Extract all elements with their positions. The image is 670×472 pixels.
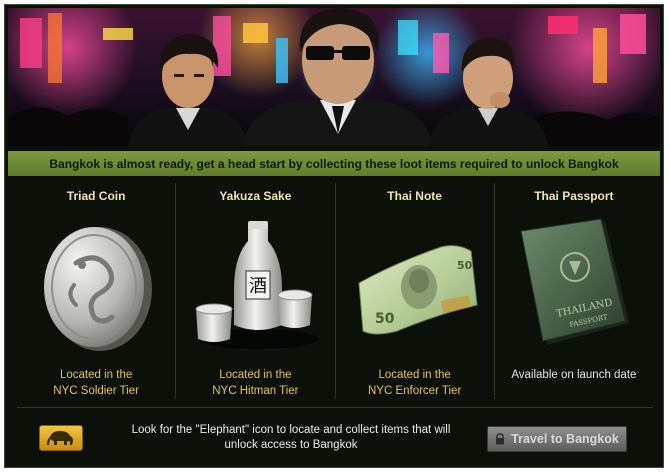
location-line-2: NYC Soldier Tier [53,385,139,397]
loot-item-thai-note: Thai Note 50 50 Located in the NYC Enfor… [336,183,495,399]
location-line-1: Available on launch date [511,369,637,381]
travel-button-label: Travel to Bangkok [511,432,619,446]
item-location: Located in the NYC Hitman Tier [176,367,334,399]
item-title: Triad Coin [66,189,126,203]
location-line-2: NYC Enforcer Tier [367,385,462,397]
dragon-coin-icon [44,227,153,351]
item-location: Located in the NYC Soldier Tier [17,367,175,399]
notice-bar: Bangkok is almost ready, get a head star… [8,151,660,176]
footer-hint-line-1: Look for the "Elephant" icon to locate a… [131,424,451,436]
location-line-1: Located in the [378,369,451,381]
bangkok-banner [8,8,660,146]
sake-label-glyph: 酒 [249,276,267,297]
item-location: Available on launch date [495,367,653,383]
loot-panel: Bangkok is almost ready, get a head star… [4,4,664,468]
banner-art [8,8,660,146]
location-line-1: Located in the [219,369,292,381]
footer-hint: Look for the "Elephant" icon to locate a… [101,423,481,453]
item-title: Yakuza Sake [219,189,292,203]
travel-to-bangkok-button[interactable]: Travel to Bangkok [487,426,627,452]
note-denomination-bottom: 50 [375,311,395,327]
note-denomination-top: 50 [457,259,473,272]
footer-hint-line-2: unlock access to Bangkok [224,439,358,451]
lock-icon [496,433,505,445]
item-title: Thai Passport [534,189,614,203]
item-title: Thai Note [387,189,442,203]
loot-item-thai-passport: Thai Passport THAILAND PASSPORT Availabl… [495,183,653,399]
banknote-icon: 50 50 [358,245,478,335]
loot-item-yakuza-sake: Yakuza Sake 酒 Located in the NYC Hitman … [176,183,336,399]
loot-items: Triad Coin Located in the NYC Soldier Ti… [17,183,653,399]
notice-text: Bangkok is almost ready, get a head star… [49,156,619,171]
elephant-button[interactable] [39,425,83,451]
location-line-1: Located in the [59,369,133,381]
loot-item-triad-coin: Triad Coin Located in the NYC Soldier Ti… [17,183,177,399]
footer-divider [17,407,653,408]
sake-set-icon: 酒 [195,221,319,349]
passport-icon: THAILAND PASSPORT [520,218,629,345]
location-line-2: NYC Hitman Tier [212,385,299,397]
elephant-icon [47,431,73,445]
item-location: Located in the NYC Enforcer Tier [336,367,494,399]
